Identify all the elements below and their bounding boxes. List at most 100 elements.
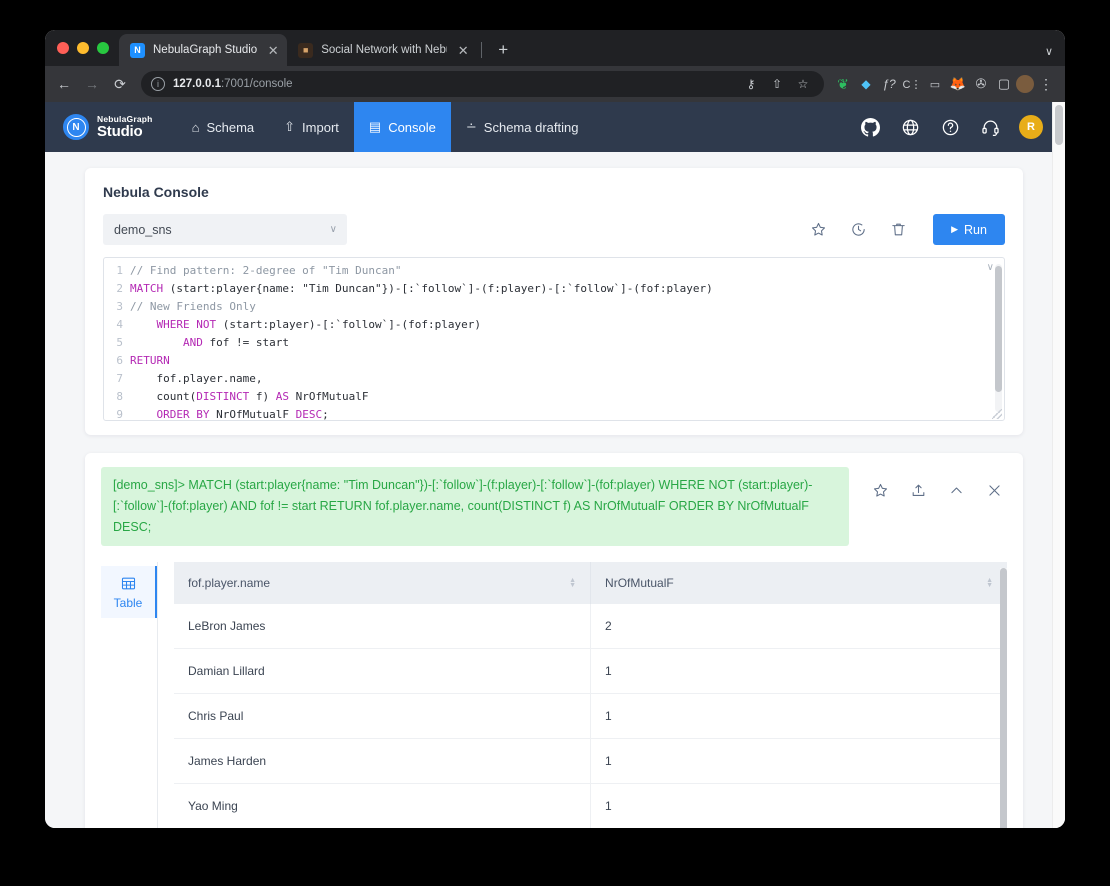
space-select[interactable]: demo_sns ∨ — [103, 214, 347, 245]
chevron-down-icon[interactable]: ∨ — [987, 262, 994, 273]
password-key-icon[interactable]: ⚷ — [740, 73, 762, 95]
page-content: Nebula Console demo_sns ∨ ▶ Run ∨ 1 // F… — [45, 152, 1065, 828]
export-icon[interactable] — [909, 481, 927, 499]
close-icon[interactable]: ✕ — [455, 42, 471, 58]
sort-toggle-icon[interactable]: ▲ ▼ — [569, 577, 576, 589]
close-icon[interactable] — [985, 481, 1003, 499]
app-logo[interactable]: N NebulaGraph Studio — [63, 114, 153, 140]
chevron-down-icon: ∨ — [329, 224, 337, 235]
favorite-star-icon[interactable] — [809, 221, 827, 239]
puzzle-icon[interactable]: ✇ — [970, 73, 992, 95]
maximize-window-button[interactable] — [97, 42, 109, 54]
editor-line-number: 4 — [116, 318, 123, 331]
share-icon[interactable]: ⇧ — [766, 73, 788, 95]
user-avatar[interactable]: R — [1019, 115, 1043, 139]
column-header-nrofmutualf[interactable]: NrOfMutualF ▲ ▼ — [590, 562, 1008, 604]
nav-item-schema-drafting[interactable]: ∸ Schema drafting — [451, 102, 594, 152]
firefox-icon[interactable]: 🦊 — [947, 73, 969, 95]
help-icon[interactable] — [939, 116, 961, 138]
table-row[interactable]: Yao Ming 1 — [174, 783, 1008, 828]
page-scrollbar-track[interactable] — [1052, 102, 1065, 828]
favorite-star-icon[interactable] — [871, 481, 889, 499]
table-cell: 1 — [590, 783, 1008, 828]
kebab-menu-icon[interactable]: ⋮ — [1035, 73, 1057, 95]
collapse-up-icon[interactable] — [947, 481, 965, 499]
result-body: Table fof.player.name ▲ ▼ NrOfMutualF ▲ … — [101, 562, 1008, 828]
diamond-icon[interactable]: ◆ — [855, 73, 877, 95]
editor-line-number: 1 — [116, 264, 123, 277]
history-clock-icon[interactable] — [849, 221, 867, 239]
chevron-down-icon[interactable]: ∨ — [1045, 45, 1053, 58]
table-row[interactable]: Chris Paul 1 — [174, 693, 1008, 739]
nebula-logo-icon: N — [63, 114, 89, 140]
mail-icon[interactable]: ▭ — [924, 73, 946, 95]
bookmark-star-icon[interactable]: ☆ — [792, 73, 814, 95]
new-tab-button[interactable]: + — [490, 37, 516, 63]
back-button[interactable]: ← — [51, 71, 77, 97]
language-globe-icon[interactable] — [899, 116, 921, 138]
editor-line: 8 count(DISTINCT f) AS NrOfMutualF — [104, 388, 1004, 406]
editor-line-number: 6 — [116, 354, 123, 367]
browser-tab-social-network[interactable]: ■ Social Network with NebulaGra ✕ — [287, 34, 477, 66]
tab-separator — [481, 42, 483, 58]
forward-button[interactable]: → — [79, 71, 105, 97]
tab-table[interactable]: Table — [101, 566, 157, 618]
browser-toolbar: ← → ⟳ i 127.0.0.1:7001/console ⚷ ⇧ ☆ ❦ ◆… — [45, 66, 1065, 102]
editor-resize-handle[interactable] — [992, 409, 1002, 419]
nebula-icon: N — [130, 42, 145, 58]
github-icon[interactable] — [859, 116, 881, 138]
browser-tab-nebulagraph-studio[interactable]: N NebulaGraph Studio ✕ — [119, 34, 288, 66]
editor-line-text: RETURN — [130, 354, 170, 367]
ci-icon[interactable]: C⋮ — [901, 73, 923, 95]
result-card: [demo_sns]> MATCH (start:player{name: "T… — [85, 453, 1023, 828]
side-panel-icon[interactable]: ▢ — [993, 73, 1015, 95]
table-scrollbar-thumb[interactable] — [1000, 568, 1008, 828]
support-headset-icon[interactable] — [979, 116, 1001, 138]
editor-scrollbar-thumb[interactable] — [995, 266, 1002, 392]
app-navbar: N NebulaGraph Studio ⌂ Schema ⇧ Import ▤… — [45, 102, 1065, 152]
editor-line-number: 9 — [116, 408, 123, 421]
page-viewport: N NebulaGraph Studio ⌂ Schema ⇧ Import ▤… — [45, 102, 1065, 828]
close-icon[interactable]: ✕ — [265, 42, 281, 58]
column-header-label: fof.player.name — [188, 576, 271, 590]
browser-window: N NebulaGraph Studio ✕ ■ Social Network … — [45, 30, 1065, 828]
doc-icon: ■ — [298, 42, 314, 58]
nav-item-console[interactable]: ▤ Console — [353, 102, 451, 152]
page-scrollbar-thumb[interactable] — [1055, 105, 1063, 145]
editor-line-number: 5 — [116, 336, 123, 349]
evernote-icon[interactable]: ❦ — [832, 73, 854, 95]
minimize-window-button[interactable] — [77, 42, 89, 54]
column-header-fof-player-name[interactable]: fof.player.name ▲ ▼ — [174, 562, 592, 604]
close-window-button[interactable] — [57, 42, 69, 54]
fx-icon[interactable]: ƒ? — [878, 73, 900, 95]
column-header-label: NrOfMutualF — [605, 576, 674, 590]
nav-item-schema[interactable]: ⌂ Schema — [177, 102, 270, 152]
editor-line-text: fof.player.name, — [130, 372, 263, 385]
query-editor[interactable]: ∨ 1 // Find pattern: 2-degree of "Tim Dun… — [103, 257, 1005, 421]
console-actions: ▶ Run — [809, 214, 1005, 245]
nav-item-label: Console — [388, 119, 436, 135]
editor-line-number: 8 — [116, 390, 123, 403]
reload-button[interactable]: ⟳ — [107, 71, 133, 97]
nav-item-label: Schema — [206, 119, 255, 135]
query-editor-code[interactable]: 1 // Find pattern: 2-degree of "Tim Dunca… — [104, 258, 1004, 421]
editor-line: 4 WHERE NOT (start:player)-[:`follow`]-(… — [104, 316, 1004, 334]
profile-avatar[interactable] — [1016, 75, 1034, 93]
result-table-body: LeBron James 2 Damian Lillard 1 Chris Paul 1 J… — [174, 604, 1008, 828]
address-bar[interactable]: i 127.0.0.1:7001/console ⚷ ⇧ ☆ — [141, 71, 824, 97]
run-button[interactable]: ▶ Run — [933, 214, 1005, 245]
result-actions — [849, 467, 1007, 499]
editor-line: 2 MATCH (start:player{name: "Tim Duncan"}… — [104, 280, 1004, 298]
clear-trash-icon[interactable] — [889, 221, 907, 239]
browser-tab-label: NebulaGraph Studio — [153, 44, 258, 56]
table-cell: Yao Ming — [174, 783, 592, 828]
table-row[interactable]: LeBron James 2 — [174, 604, 1008, 649]
sort-toggle-icon[interactable]: ▲ ▼ — [986, 577, 993, 589]
result-table-wrapper: fof.player.name ▲ ▼ NrOfMutualF ▲ ▼ LeBr… — [157, 562, 1008, 828]
editor-line: 6 RETURN — [104, 352, 1004, 370]
table-cell: 1 — [590, 648, 1008, 694]
nav-item-import[interactable]: ⇧ Import — [269, 102, 354, 152]
site-info-icon[interactable]: i — [151, 77, 165, 91]
table-row[interactable]: James Harden 1 — [174, 738, 1008, 784]
table-row[interactable]: Damian Lillard 1 — [174, 648, 1008, 694]
